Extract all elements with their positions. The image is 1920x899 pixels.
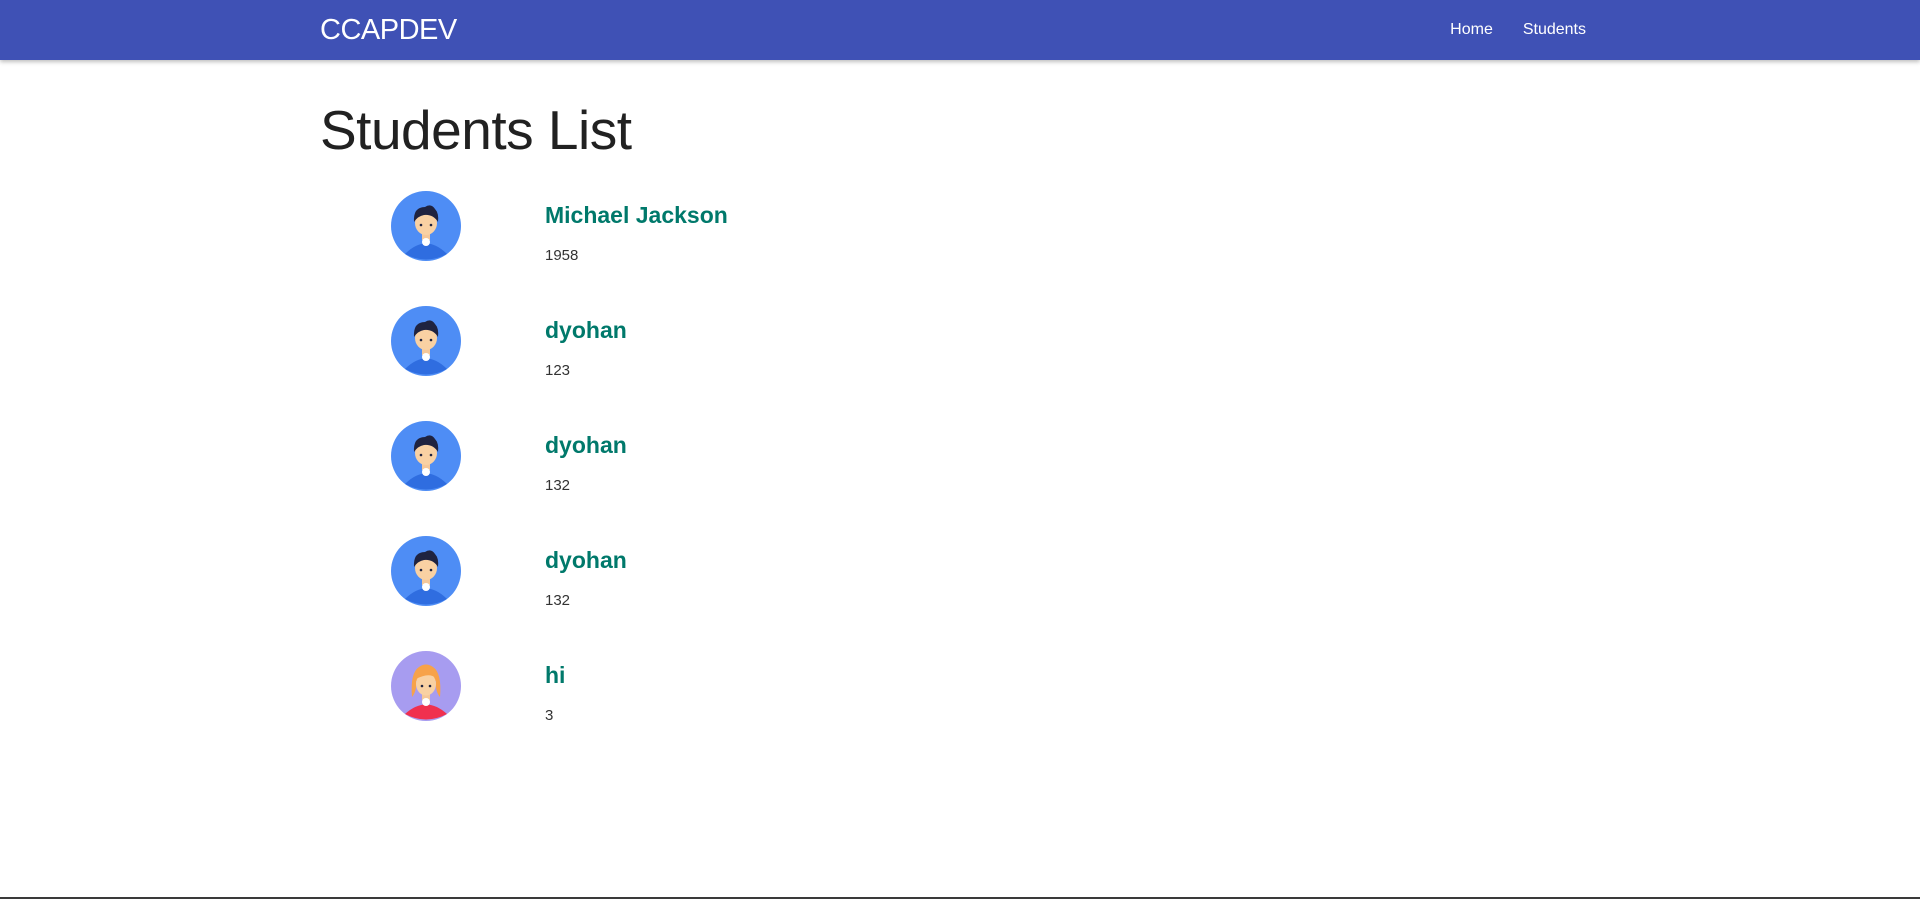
student-value: 1958 <box>545 247 579 264</box>
student-value: 132 <box>545 477 571 494</box>
student-list: Michael Jackson 1958 dyohan 123 dyohan 1… <box>320 190 1600 765</box>
female-avatar-icon <box>391 651 461 721</box>
nav-link-home[interactable]: Home <box>1450 21 1493 39</box>
male-avatar-icon <box>391 306 461 376</box>
male-avatar-icon <box>391 191 461 261</box>
male-avatar-icon <box>391 536 461 606</box>
student-value: 3 <box>545 707 554 724</box>
nav-link-students[interactable]: Students <box>1523 21 1586 39</box>
page-title: Students List <box>320 99 632 161</box>
student-list-item[interactable]: dyohan 132 <box>320 535 1600 650</box>
brand-logo-link[interactable]: CCAPDEV <box>320 12 457 48</box>
student-name[interactable]: Michael Jackson <box>545 200 728 230</box>
nav-links: Home Students <box>1450 0 1586 60</box>
student-list-item[interactable]: hi 3 <box>320 650 1600 765</box>
student-list-item[interactable]: Michael Jackson 1958 <box>320 190 1600 305</box>
student-name[interactable]: dyohan <box>545 545 627 575</box>
student-value: 123 <box>545 362 571 379</box>
male-avatar-icon <box>391 421 461 491</box>
student-value: 132 <box>545 592 571 609</box>
student-list-item[interactable]: dyohan 132 <box>320 420 1600 535</box>
student-name[interactable]: dyohan <box>545 315 627 345</box>
student-name[interactable]: hi <box>545 660 565 690</box>
top-navbar: CCAPDEV Home Students <box>0 0 1920 60</box>
student-name[interactable]: dyohan <box>545 430 627 460</box>
student-list-item[interactable]: dyohan 123 <box>320 305 1600 420</box>
